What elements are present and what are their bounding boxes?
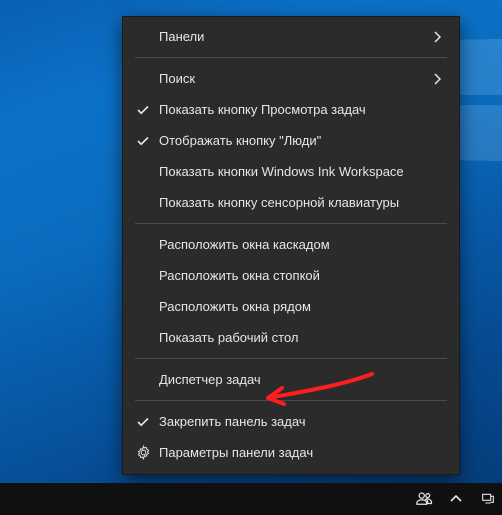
menu-item-label: Показать кнопки Windows Ink Workspace [153,164,445,179]
menu-item-show-touch-keyboard[interactable]: Показать кнопку сенсорной клавиатуры [123,187,459,218]
taskbar[interactable] [0,483,502,515]
menu-item-cascade-windows[interactable]: Расположить окна каскадом [123,229,459,260]
menu-item-label: Параметры панели задач [153,445,445,460]
separator [135,57,447,58]
menu-item-lock-taskbar[interactable]: Закрепить панель задач [123,406,459,437]
chevron-right-icon [429,73,445,85]
separator [135,358,447,359]
menu-item-label: Показать кнопку сенсорной клавиатуры [153,195,445,210]
menu-item-label: Показать рабочий стол [153,330,445,345]
menu-item-label: Поиск [153,71,429,86]
menu-item-show-people-button[interactable]: Отображать кнопку "Люди" [123,125,459,156]
separator [135,400,447,401]
people-icon[interactable] [414,489,434,509]
menu-item-stack-windows[interactable]: Расположить окна стопкой [123,260,459,291]
taskbar-context-menu: Панели Поиск Показать кнопку Просмотра з… [122,16,460,475]
menu-item-label: Расположить окна рядом [153,299,445,314]
network-icon[interactable] [478,489,498,509]
separator [135,223,447,224]
menu-item-show-desktop[interactable]: Показать рабочий стол [123,322,459,353]
chevron-right-icon [429,31,445,43]
chevron-up-icon[interactable] [446,489,466,509]
menu-item-toolbars[interactable]: Панели [123,21,459,52]
menu-item-label: Показать кнопку Просмотра задач [153,102,445,117]
menu-item-label: Расположить окна каскадом [153,237,445,252]
menu-item-taskbar-settings[interactable]: Параметры панели задач [123,437,459,468]
menu-item-label: Диспетчер задач [153,372,445,387]
menu-item-label: Панели [153,29,429,44]
menu-item-search[interactable]: Поиск [123,63,459,94]
menu-item-label: Отображать кнопку "Люди" [153,133,445,148]
menu-item-label: Расположить окна стопкой [153,268,445,283]
checkmark-icon [133,415,153,429]
checkmark-icon [133,134,153,148]
menu-item-task-manager[interactable]: Диспетчер задач [123,364,459,395]
menu-item-label: Закрепить панель задач [153,414,445,429]
menu-item-side-by-side-windows[interactable]: Расположить окна рядом [123,291,459,322]
menu-item-show-task-view-button[interactable]: Показать кнопку Просмотра задач [123,94,459,125]
gear-icon [133,445,153,460]
checkmark-icon [133,103,153,117]
menu-item-show-ink-workspace[interactable]: Показать кнопки Windows Ink Workspace [123,156,459,187]
